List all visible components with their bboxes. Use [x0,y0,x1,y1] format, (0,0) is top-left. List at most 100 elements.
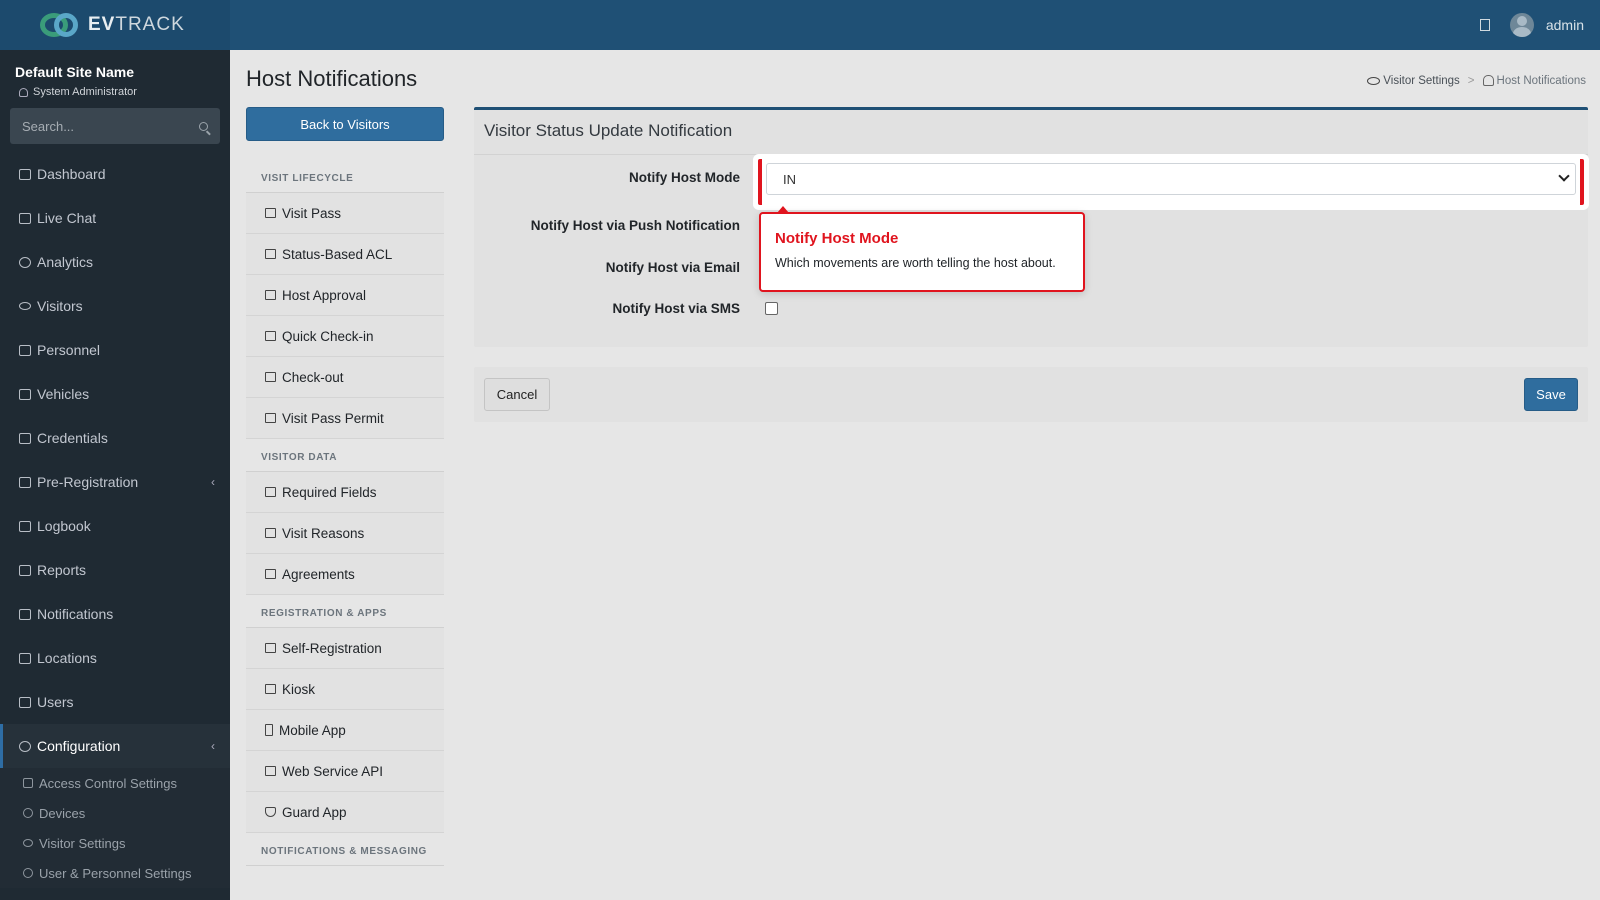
sign-out-icon [265,372,276,382]
users-icon [19,344,31,356]
breadcrumb-current: Host Notifications [1482,75,1586,87]
target-icon [19,256,31,268]
username: admin [1545,17,1584,33]
gear-icon [19,740,31,752]
brand-logo[interactable]: EVTRACK [0,0,230,50]
menu-section-header: NOTIFICATIONS & MESSAGING [246,833,444,866]
sidebar-subitem-devices[interactable]: Devices [0,798,230,828]
car-icon [19,388,31,400]
sidebar-nav: Dashboard Live Chat Analytics Visitors P… [0,152,230,888]
document-icon [265,569,276,579]
door-icon [265,331,276,341]
menu-item-required-fields[interactable]: Required Fields [246,472,444,513]
sidebar-item-reports[interactable]: Reports [0,548,230,592]
headset-icon [19,212,31,224]
form-actions: Cancel Save [474,367,1588,422]
menu-item-status-based-acl[interactable]: Status-Based ACL [246,234,444,275]
menu-item-mobile-app[interactable]: Mobile App [246,710,444,751]
sidebar-subitem-user-personnel-settings[interactable]: User & Personnel Settings [0,858,230,888]
notify-host-mode-label: Notify Host Mode [629,170,740,185]
menu-item-host-approval[interactable]: Host Approval [246,275,444,316]
list-check-icon [265,487,276,497]
chevron-left-icon: ‹ [211,475,215,489]
notify-host-mode-value: IN [783,171,796,187]
sidebar-item-personnel[interactable]: Personnel [0,328,230,372]
menu-item-self-registration[interactable]: Self-Registration [246,628,444,669]
eye-icon [23,839,33,847]
menu-item-guard-app[interactable]: Guard App [246,792,444,833]
gear-icon [23,808,33,818]
user-icon [19,87,28,97]
site-name: Default Site Name [15,64,135,80]
page-title: Host Notifications [246,66,418,91]
card-title: Visitor Status Update Notification [484,121,733,140]
sidebar-item-logbook[interactable]: Logbook [0,504,230,548]
menu-item-web-service-api[interactable]: Web Service API [246,751,444,792]
sidebar-item-visitors[interactable]: Visitors [0,284,230,328]
shield-icon [265,807,276,817]
help-tooltip: Notify Host Mode Which movements are wor… [759,206,1085,292]
lock-icon [23,778,33,788]
sidebar-item-configuration[interactable]: Configuration ‹ [0,724,230,768]
sidebar-item-vehicles[interactable]: Vehicles [0,372,230,416]
building-icon[interactable] [1479,19,1490,31]
sidebar-subitem-visitor-settings[interactable]: Visitor Settings [0,828,230,858]
breadcrumb-visitor-settings[interactable]: Visitor Settings [1367,75,1460,87]
notify-host-push-label: Notify Host via Push Notification [530,218,740,233]
shapes-icon [265,528,276,538]
gauge-icon [19,168,31,180]
eye-icon [19,302,31,310]
eye-icon [1367,76,1381,85]
search-input[interactable] [22,118,172,134]
top-navbar: EVTRACK admin [0,0,1600,50]
sidebar-item-users[interactable]: Users [0,680,230,724]
notify-host-sms-label: Notify Host via SMS [612,301,740,316]
menu-item-visit-pass[interactable]: Visit Pass [246,193,444,234]
menu-item-check-out[interactable]: Check-out [246,357,444,398]
menu-section-header: VISIT LIFECYCLE [246,160,444,193]
tooltip-body: Which movements are worth telling the ho… [775,256,1056,270]
notify-host-mode-select[interactable]: IN [766,163,1576,195]
sidebar-search [10,108,220,144]
monitor-icon [265,684,276,694]
sidebar-item-locations[interactable]: Locations [0,636,230,680]
sidebar: Default Site Name System Administrator D… [0,50,230,900]
back-to-visitors-button[interactable]: Back to Visitors [246,107,444,141]
sidebar-item-pre-registration[interactable]: Pre-Registration ‹ [0,460,230,504]
mobile-icon [265,724,273,736]
breadcrumb: Visitor Settings > Host Notifications [1367,75,1586,87]
notify-host-email-label: Notify Host via Email [605,260,740,275]
chevron-left-icon: ‹ [211,739,215,753]
ticket-icon [265,208,276,218]
network-icon [265,766,276,776]
brand-text: EVTRACK [88,14,185,35]
avatar [1509,13,1534,37]
menu-section-header: REGISTRATION & APPS [246,595,444,628]
user-menu[interactable]: admin [1509,13,1584,37]
menu-item-agreements[interactable]: Agreements [246,554,444,595]
notify-host-sms-checkbox[interactable] [765,302,778,315]
menu-item-visit-reasons[interactable]: Visit Reasons [246,513,444,554]
menu-item-kiosk[interactable]: Kiosk [246,669,444,710]
user-check-icon [265,290,276,300]
user-role: System Administrator [0,80,230,98]
menu-section-header: VISITOR DATA [246,439,444,472]
menu-item-quick-check-in[interactable]: Quick Check-in [246,316,444,357]
cancel-button[interactable]: Cancel [484,378,550,411]
sidebar-item-live-chat[interactable]: Live Chat [0,196,230,240]
user-cog-icon [19,696,31,708]
settings-menu: VISIT LIFECYCLE Visit Pass Status-Based … [246,160,444,866]
sidebar-item-analytics[interactable]: Analytics [0,240,230,284]
id-card-icon [265,413,276,423]
chevron-down-icon [1558,170,1570,182]
sidebar-item-credentials[interactable]: Credentials [0,416,230,460]
sidebar-subitem-access-control-settings[interactable]: Access Control Settings [0,768,230,798]
menu-item-visit-pass-permit[interactable]: Visit Pass Permit [246,398,444,439]
book-icon [19,520,31,532]
sidebar-item-notifications[interactable]: Notifications [0,592,230,636]
save-button[interactable]: Save [1524,378,1578,411]
sidebar-item-dashboard[interactable]: Dashboard [0,152,230,196]
notify-host-mode-highlight: IN [758,159,1584,205]
search-icon[interactable] [199,121,208,131]
grid-icon [265,643,276,653]
